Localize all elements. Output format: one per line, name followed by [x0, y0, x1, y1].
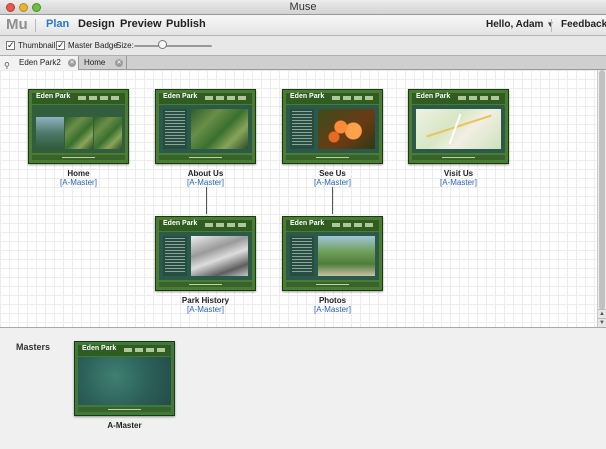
- page-name: About Us: [187, 169, 224, 178]
- page-name: Home: [67, 169, 90, 178]
- vertical-scrollbar[interactable]: ▲ ▼: [597, 70, 606, 327]
- thumbnail-photo: [191, 236, 248, 276]
- master-thumbnail-a-master[interactable]: Eden Park: [74, 341, 175, 416]
- options-bar: ✓ Thumbnail ✓ Master Badge Size:: [0, 36, 606, 56]
- preview-mode-button[interactable]: Preview: [120, 18, 162, 30]
- size-label: Size:: [116, 41, 134, 50]
- scroll-up-arrow-icon[interactable]: ▲: [598, 309, 606, 318]
- muse-logo: Mu: [6, 16, 28, 33]
- tab-home[interactable]: Home ✕: [79, 56, 127, 70]
- page-thumbnail-visit-us[interactable]: Eden Park: [408, 89, 509, 164]
- map-image: [416, 109, 501, 149]
- page-thumbnail-home[interactable]: Eden Park: [28, 89, 129, 164]
- plan-mode-button[interactable]: Plan: [46, 18, 69, 30]
- window-title: Muse: [289, 1, 317, 13]
- site-brand: Eden Park: [290, 93, 325, 100]
- site-brand: Eden Park: [163, 93, 198, 100]
- master-link[interactable]: [A-Master]: [155, 305, 256, 314]
- page-connector: [206, 187, 207, 214]
- thumbnail-label: Thumbnail: [18, 41, 56, 50]
- master-link[interactable]: [A-Master]: [282, 178, 383, 187]
- thumbnail-photo: [36, 117, 64, 149]
- thumbnail-photo: [191, 109, 248, 149]
- publish-mode-button[interactable]: Publish: [166, 18, 206, 30]
- page-name: Visit Us: [443, 169, 474, 178]
- page-thumbnail-park-history[interactable]: Eden Park: [155, 216, 256, 291]
- page-thumbnail-photos[interactable]: Eden Park: [282, 216, 383, 291]
- size-slider[interactable]: [134, 45, 212, 47]
- close-tab-icon[interactable]: ✕: [115, 59, 123, 67]
- thumbnail-photo: [318, 109, 375, 149]
- site-brand: Eden Park: [82, 345, 117, 352]
- site-brand: Eden Park: [36, 93, 71, 100]
- tab-eden-park2[interactable]: ⚲ Eden Park2 ✕: [0, 56, 79, 70]
- master-badge-label: Master Badge: [68, 41, 118, 50]
- size-slider-thumb[interactable]: [158, 40, 167, 49]
- page-name: See Us: [319, 169, 346, 178]
- scrollbar-thumb[interactable]: [599, 70, 605, 310]
- masters-heading: Masters: [16, 342, 51, 352]
- divider: [551, 19, 552, 32]
- design-mode-button[interactable]: Design: [78, 18, 115, 30]
- tab-label: Eden Park2: [19, 58, 61, 67]
- user-menu[interactable]: Hello, Adam▼: [486, 19, 554, 30]
- masters-panel: Masters Eden Park A-Master: [0, 328, 606, 449]
- master-link[interactable]: [A-Master]: [28, 178, 129, 187]
- user-greeting: Hello, Adam: [486, 19, 544, 30]
- site-plan-canvas[interactable]: Eden Park Home [A-Master] Eden Park Abou…: [0, 70, 597, 327]
- thumbnail-checkbox[interactable]: ✓: [6, 41, 15, 50]
- feedback-link[interactable]: Feedback: [561, 19, 606, 30]
- close-tab-icon[interactable]: ✕: [68, 59, 76, 67]
- title-bar: Muse: [0, 0, 606, 15]
- page-thumbnail-see-us[interactable]: Eden Park: [282, 89, 383, 164]
- page-thumbnail-about-us[interactable]: Eden Park: [155, 89, 256, 164]
- thumbnail-photo: [318, 236, 375, 276]
- master-badge-checkbox[interactable]: ✓: [56, 41, 65, 50]
- page-connector: [332, 187, 333, 214]
- site-brand: Eden Park: [416, 93, 451, 100]
- master-link[interactable]: [A-Master]: [408, 178, 509, 187]
- master-link[interactable]: [A-Master]: [155, 178, 256, 187]
- mode-bar: Mu Plan Design Preview Publish Hello, Ad…: [0, 15, 606, 36]
- divider: [35, 19, 36, 32]
- page-name: Photos: [318, 296, 347, 305]
- thumbnail-photo: [94, 117, 122, 149]
- thumbnail-photo: [65, 117, 93, 149]
- page-name: Park History: [181, 296, 230, 305]
- document-tabs: ⚲ Eden Park2 ✕ Home ✕: [0, 56, 606, 70]
- master-name: A-Master: [107, 421, 142, 430]
- site-brand: Eden Park: [163, 220, 198, 227]
- tab-label: Home: [84, 58, 106, 67]
- master-link[interactable]: [A-Master]: [282, 305, 383, 314]
- scroll-down-arrow-icon[interactable]: ▼: [598, 318, 606, 327]
- site-brand: Eden Park: [290, 220, 325, 227]
